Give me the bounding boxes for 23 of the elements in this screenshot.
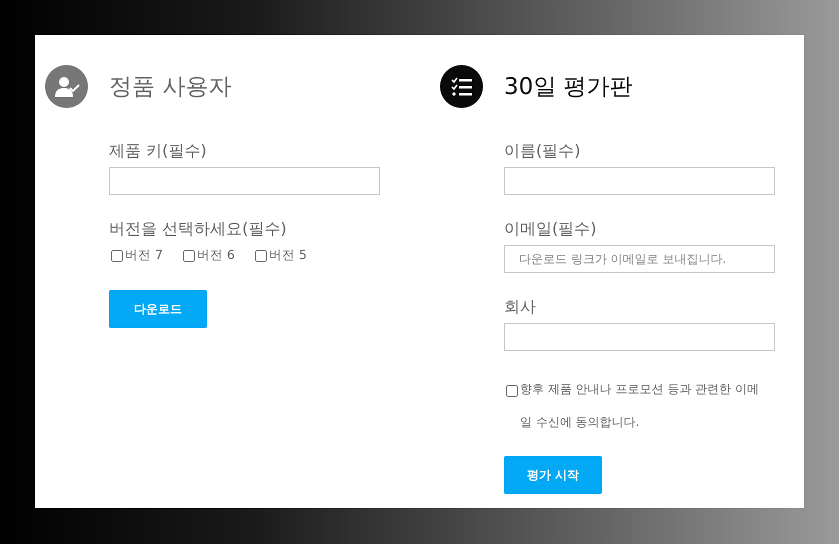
input-field[interactable] [504,323,775,351]
consent-text: 향후 제품 안내나 프로모션 등과 관련한 이메일 수신에 동의합니다. [520,381,760,431]
checkbox[interactable] [254,250,267,262]
field-label: 제품 키(필수) [109,141,207,162]
checklist-icon [450,76,472,96]
submit-button[interactable]: 평가 시작 [504,456,602,494]
input-field[interactable] [504,167,775,195]
field-label: 이름(필수) [504,141,580,162]
checkbox[interactable] [182,250,195,262]
section-title: 30일 평가판 [504,73,633,102]
checkbox-label: 버전 5 [268,247,307,264]
input-field[interactable]: 다운로드 링크가 이메일로 보내집니다. [504,245,775,273]
submit-button[interactable]: 다운로드 [109,290,207,328]
section-title: 정품 사용자 [109,73,232,102]
checkbox[interactable] [111,250,123,262]
checkbox-label: 버전 6 [196,247,235,264]
field-label: 버전을 선택하세요(필수) [109,219,287,240]
input-field[interactable] [109,167,380,195]
field-label: 회사 [504,297,536,318]
user-check-icon [54,76,80,98]
checkbox[interactable] [506,385,518,397]
field-label: 이메일(필수) [504,219,596,240]
checkbox-label: 버전 7 [125,247,163,264]
